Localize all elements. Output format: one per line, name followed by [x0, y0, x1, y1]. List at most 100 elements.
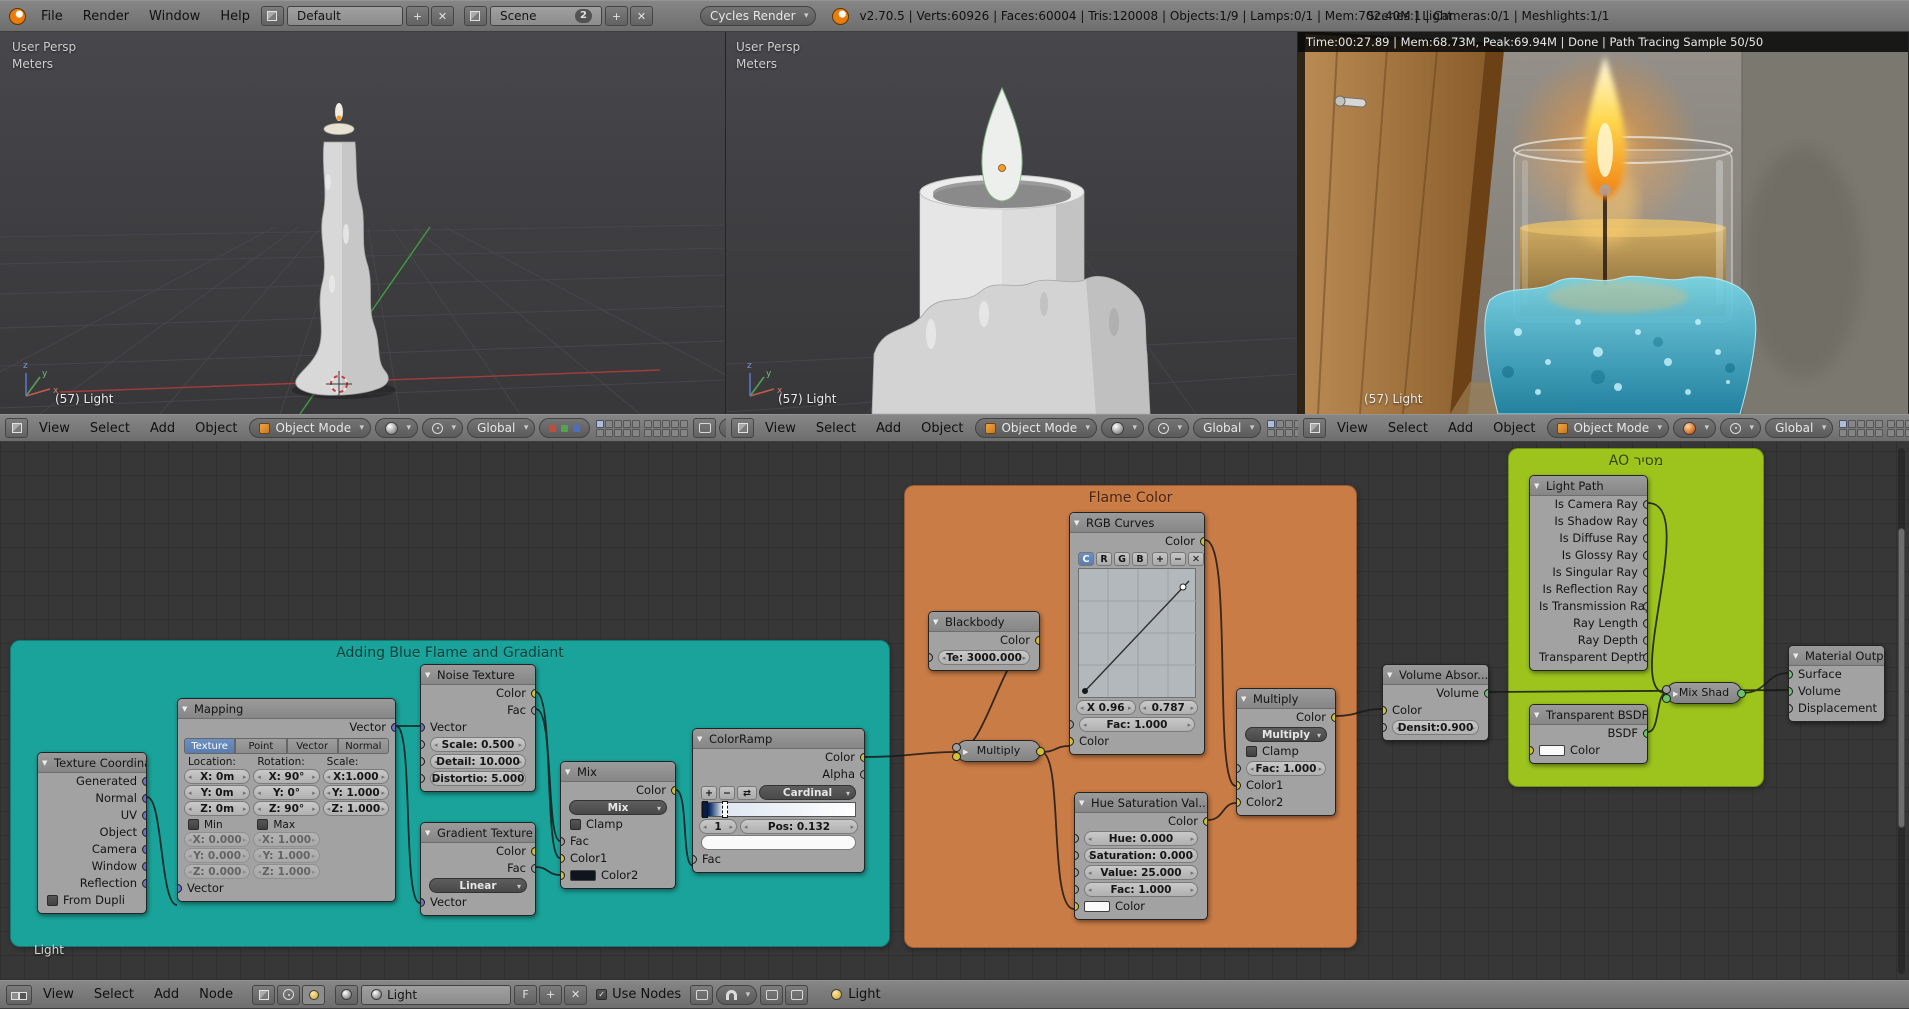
- max-toggle[interactable]: Max: [253, 819, 319, 831]
- layer-toggle[interactable]: [1839, 420, 1847, 428]
- fac-field[interactable]: Fac: 1.000: [1246, 761, 1326, 776]
- socket-vector-output[interactable]: [391, 723, 395, 732]
- menu-node[interactable]: Node: [189, 987, 243, 1002]
- max-checkbox[interactable]: [257, 819, 268, 830]
- socket-shader-output[interactable]: [1737, 689, 1746, 698]
- socket-surface-input[interactable]: [1789, 670, 1793, 679]
- layers-widget[interactable]: [1839, 420, 1909, 437]
- socket-color-output[interactable]: [1203, 817, 1207, 826]
- color2-swatch[interactable]: [570, 870, 596, 881]
- menu-object[interactable]: Object: [911, 421, 973, 436]
- rotate-manipulator-icon[interactable]: [561, 425, 568, 432]
- pivot-select[interactable]: [422, 418, 463, 438]
- socket-fac-input[interactable]: [1075, 885, 1079, 894]
- menu-add[interactable]: Add: [144, 987, 189, 1002]
- layer-toggle[interactable]: [1857, 429, 1865, 437]
- layer-toggle[interactable]: [1866, 420, 1874, 428]
- layer-toggle[interactable]: [1857, 420, 1865, 428]
- layer-toggle[interactable]: [623, 420, 631, 428]
- layer-toggle[interactable]: [1887, 429, 1895, 437]
- channel-b-button[interactable]: B: [1132, 552, 1148, 566]
- hue-field[interactable]: Hue: 0.000: [1084, 831, 1198, 846]
- socket-color-output[interactable]: [531, 847, 535, 856]
- socket-color-output[interactable]: [1331, 713, 1335, 722]
- socket-color-output[interactable]: [531, 689, 535, 698]
- curve-graph[interactable]: [1078, 568, 1196, 698]
- close-layout-button[interactable]: ✕: [431, 6, 454, 26]
- socket-color-input[interactable]: [1070, 737, 1074, 746]
- menu-select[interactable]: Select: [1378, 421, 1438, 436]
- socket-detail-input[interactable]: [421, 757, 425, 766]
- node-header[interactable]: Mapping: [178, 699, 395, 719]
- layer-toggle[interactable]: [1267, 429, 1275, 437]
- scale-x-field[interactable]: X:1.000: [323, 769, 389, 784]
- max-x-field[interactable]: X: 1.000: [253, 832, 319, 847]
- menu-add[interactable]: Add: [1438, 421, 1483, 436]
- pivot-select[interactable]: [1148, 418, 1189, 438]
- paste-node-group-button[interactable]: [785, 985, 808, 1005]
- material-browse-button[interactable]: [335, 985, 358, 1005]
- blend-mode-select[interactable]: Mix: [569, 800, 667, 815]
- menu-add[interactable]: Add: [140, 421, 185, 436]
- socket-uv-output[interactable]: [142, 811, 146, 820]
- clamp-checkbox[interactable]: [1246, 746, 1257, 757]
- socket-is-diffuse-ray[interactable]: [1643, 534, 1647, 543]
- rotation-x-field[interactable]: X: 90°: [253, 769, 319, 784]
- socket-distortion-input[interactable]: [421, 774, 425, 783]
- temperature-field[interactable]: Te: 3000.000: [938, 650, 1030, 665]
- delete-stop-button[interactable]: −: [719, 786, 735, 800]
- socket-transparent-depth[interactable]: [1643, 653, 1647, 662]
- add-layout-button[interactable]: +: [406, 6, 429, 26]
- editor-type-button[interactable]: [6, 985, 32, 1005]
- menu-select[interactable]: Select: [806, 421, 866, 436]
- from-dupli-checkbox[interactable]: [47, 895, 58, 906]
- transform-orientation-select[interactable]: Global: [1193, 418, 1261, 438]
- shader-type-lamp-button[interactable]: [302, 985, 325, 1005]
- viewport-3d-middle-canvas[interactable]: x y z: [726, 32, 1298, 414]
- interpolation-select[interactable]: Cardinal: [759, 785, 856, 800]
- socket-color1-input[interactable]: [1237, 781, 1241, 790]
- node-transparent-bsdf[interactable]: Transparent BSDF BSDF Color: [1529, 704, 1648, 764]
- layer-toggle[interactable]: [1875, 429, 1883, 437]
- menu-object[interactable]: Object: [1483, 421, 1545, 436]
- socket-saturation-input[interactable]: [1075, 851, 1079, 860]
- layer-toggle[interactable]: [1285, 429, 1293, 437]
- socket-fac-input[interactable]: [1237, 764, 1241, 773]
- tab-texture[interactable]: Texture: [184, 738, 235, 754]
- flip-ramp-button[interactable]: ⇄: [737, 786, 757, 800]
- layer-toggle[interactable]: [1285, 420, 1293, 428]
- layer-toggle[interactable]: [1905, 429, 1909, 437]
- socket-color2-input[interactable]: [561, 871, 565, 880]
- socket-reflection-output[interactable]: [142, 879, 146, 888]
- lock-to-scene-button[interactable]: [693, 418, 716, 438]
- node-mapping[interactable]: Mapping Vector Texture Point Vector Norm…: [177, 698, 396, 902]
- min-x-field[interactable]: X: 0.000: [184, 832, 250, 847]
- detail-field[interactable]: Detail: 10.000: [430, 754, 526, 769]
- socket-color-input[interactable]: [1075, 902, 1079, 911]
- menu-select[interactable]: Select: [80, 421, 140, 436]
- node-hue-saturation[interactable]: Hue Saturation Val... Color Hue: 0.000 S…: [1074, 792, 1208, 920]
- stop-position-field[interactable]: Pos: 0.132: [740, 819, 858, 834]
- socket-scale-input[interactable]: [421, 740, 425, 749]
- viewport-3d-middle[interactable]: x y z User Persp Meters (57) Light: [726, 32, 1298, 414]
- socket-bsdf-output[interactable]: [1643, 729, 1647, 738]
- stop-color-swatch[interactable]: [701, 835, 856, 850]
- layer-toggle[interactable]: [614, 420, 622, 428]
- menu-window[interactable]: Window: [139, 9, 210, 24]
- snap-select[interactable]: [716, 985, 757, 1005]
- tab-vector[interactable]: Vector: [287, 738, 338, 754]
- blender-logo-icon[interactable]: [9, 8, 26, 25]
- menu-object[interactable]: Object: [185, 421, 247, 436]
- translate-manipulator-icon[interactable]: [549, 425, 556, 432]
- socket-object-output[interactable]: [142, 828, 146, 837]
- screen-layout-browse-button[interactable]: [261, 6, 284, 26]
- node-header[interactable]: ColorRamp: [693, 729, 864, 749]
- socket-volume-output[interactable]: [1484, 689, 1488, 698]
- socket-color-output[interactable]: [671, 786, 675, 795]
- menu-file[interactable]: File: [31, 9, 73, 24]
- socket-fac-input[interactable]: [1070, 720, 1074, 729]
- melted-wax-mesh[interactable]: [872, 276, 1150, 414]
- fake-user-button[interactable]: F: [514, 985, 537, 1005]
- candle-mesh[interactable]: [296, 103, 389, 395]
- new-material-button[interactable]: +: [539, 985, 562, 1005]
